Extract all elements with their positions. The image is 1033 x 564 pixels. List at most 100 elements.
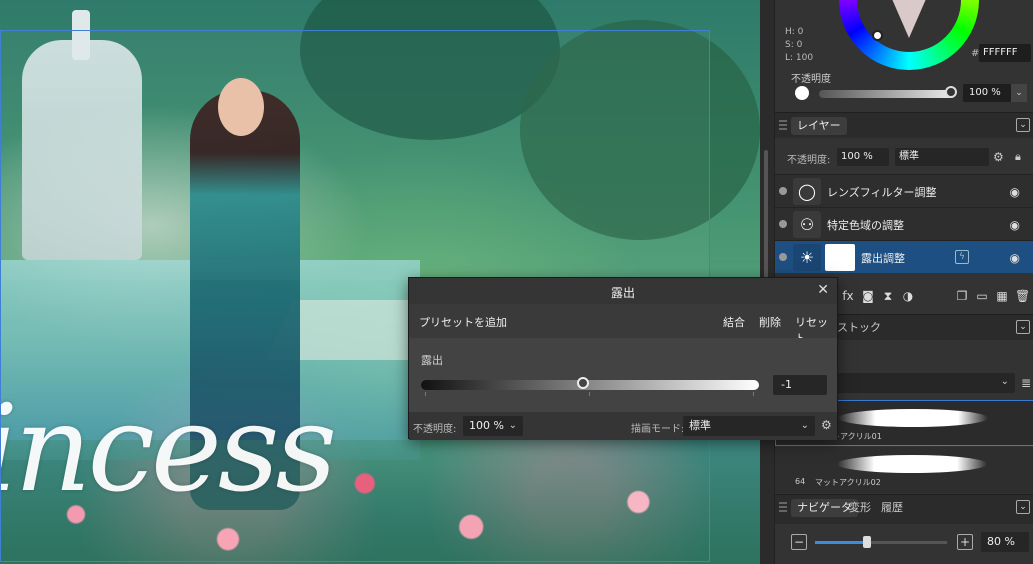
chevron-down-icon: ⌄ xyxy=(800,420,809,431)
gazebo xyxy=(22,40,142,260)
dialog-blend-label: 描画モード: xyxy=(631,424,685,435)
delete-button[interactable]: 削除 xyxy=(759,314,781,330)
brush-name: マットアクリル02 xyxy=(815,478,881,487)
hex-input[interactable]: FFFFFF xyxy=(979,44,1031,62)
lens-filter-icon: ◯ xyxy=(793,178,821,205)
chevron-down-icon: ⌄ xyxy=(1000,376,1009,387)
tab-layers[interactable]: レイヤー xyxy=(791,117,847,135)
saturation-value: S: 0 xyxy=(785,40,803,50)
eye-icon[interactable]: ◉ xyxy=(1010,185,1020,199)
brush-category-select[interactable]: ⌄ xyxy=(835,373,1015,393)
color-panel: H: 0 S: 0 L: 100 #: FFFFFF 不透明度 100 % ⌄ xyxy=(775,0,1033,112)
hsl-readout: H: 0 S: 0 L: 100 xyxy=(785,26,813,65)
chevron-down-icon[interactable]: ⌄ xyxy=(1016,118,1030,132)
menu-icon[interactable]: ≣ xyxy=(1021,376,1031,390)
color-opacity-slider[interactable] xyxy=(819,90,955,98)
navigator-zoom-bar: − + 80 % xyxy=(775,526,1033,564)
hue-value: H: 0 xyxy=(785,27,804,37)
eye-icon[interactable]: ◉ xyxy=(1010,218,1020,232)
color-triangle[interactable] xyxy=(875,0,943,38)
close-icon[interactable]: ✕ xyxy=(817,282,829,298)
color-opacity-input[interactable]: 100 % xyxy=(963,84,1011,102)
chevron-down-icon: ⌄ xyxy=(508,420,517,431)
canvas-scrollbar-thumb[interactable] xyxy=(764,150,768,290)
navigator-panel-header: ナビゲータ 変形 履歴 ⌄ xyxy=(775,494,1033,524)
tick xyxy=(753,392,754,396)
color-swatch[interactable] xyxy=(795,86,809,100)
exposure-input[interactable]: -1 xyxy=(773,375,827,395)
brush-item[interactable]: 64 マットアクリル02 xyxy=(775,447,1033,493)
layer-opacity-input[interactable]: 100 % xyxy=(837,148,889,166)
selective-color-icon: ⚇ xyxy=(793,211,821,238)
chevron-down-icon[interactable]: ⌄ xyxy=(1016,500,1030,514)
layer-name: 特定色域の調整 xyxy=(827,219,904,232)
folder-icon[interactable]: ▭ xyxy=(975,289,989,303)
half-circle-icon[interactable]: ◑ xyxy=(901,289,915,303)
layer-visibility-dot[interactable] xyxy=(779,187,787,195)
mask-icon[interactable]: ◙ xyxy=(861,289,875,303)
adjustment-icon[interactable]: ⧗ xyxy=(881,289,895,303)
dialog-footer: 不透明度: 100 % ⌄ 描画モード: 標準 ⌄ ⚙ xyxy=(409,412,837,440)
color-opacity-handle[interactable] xyxy=(945,86,957,98)
effects-badge-icon[interactable]: ϟ xyxy=(955,250,969,264)
merge-button[interactable]: 結合 xyxy=(723,314,745,330)
tick xyxy=(425,392,426,396)
layer-row-selected[interactable]: ☀ 露出調整 ϟ ◉ xyxy=(775,240,1033,273)
chevron-down-icon[interactable]: ⌄ xyxy=(1016,320,1030,334)
dialog-opacity-label: 不透明度: xyxy=(413,424,457,435)
app-window: incess H: 0 S: 0 L: 100 #: FFFFFF 不透明度 1… xyxy=(0,0,1033,564)
add-preset-button[interactable]: プリセットを追加 xyxy=(419,314,507,330)
layer-opacity-label: 不透明度: xyxy=(787,155,831,166)
zoom-slider-handle[interactable] xyxy=(863,536,871,548)
layer-visibility-dot[interactable] xyxy=(779,253,787,261)
canvas-title-text: incess xyxy=(0,380,337,519)
chevron-down-icon[interactable]: ⌄ xyxy=(1011,84,1027,102)
tab-brushes[interactable]: ストック xyxy=(833,319,885,337)
exposure-slider-handle[interactable] xyxy=(577,377,589,389)
gear-icon[interactable]: ⚙ xyxy=(993,150,1004,164)
duplicate-icon[interactable]: ❐ xyxy=(955,289,969,303)
brush-size: 64 xyxy=(795,477,806,486)
brush-preview xyxy=(838,409,988,427)
dialog-opacity-value: 100 % xyxy=(469,419,504,432)
gear-icon[interactable]: ⚙ xyxy=(821,418,832,432)
gazebo-spire xyxy=(72,10,90,60)
grip-icon[interactable] xyxy=(779,502,787,514)
color-opacity-label: 不透明度 xyxy=(791,74,831,85)
dialog-body: 露出 -1 xyxy=(409,338,837,412)
layers-panel-header: レイヤー ⌄ xyxy=(775,112,1033,138)
tab-history[interactable]: 履歴 xyxy=(877,499,907,517)
trash-icon[interactable]: 🗑︎ xyxy=(1015,289,1030,303)
exposure-icon: ☀ xyxy=(793,244,821,271)
checker-icon[interactable]: ▦ xyxy=(995,289,1009,303)
brush-preview xyxy=(837,455,987,473)
zoom-slider-fill xyxy=(815,541,867,544)
dialog-toolbar: プリセットを追加 結合 削除 リセット xyxy=(409,304,837,345)
layer-visibility-dot[interactable] xyxy=(779,220,787,228)
zoom-out-button[interactable]: − xyxy=(791,534,807,550)
tick xyxy=(589,392,590,396)
layer-mask-thumbnail[interactable] xyxy=(825,244,855,271)
lock-icon[interactable]: 🔒︎ xyxy=(1015,150,1021,164)
layer-blend-mode-select[interactable]: 標準 xyxy=(895,148,989,166)
layer-name: レンズフィルター調整 xyxy=(827,186,937,199)
exposure-dialog: 露出 ✕ プリセットを追加 結合 削除 リセット 露出 -1 不透明度: 100… xyxy=(408,277,838,440)
tab-transform[interactable]: 変形 xyxy=(845,499,875,517)
exposure-ticks xyxy=(421,392,759,396)
dialog-blend-select[interactable]: 標準 ⌄ xyxy=(683,416,815,436)
layer-row[interactable]: ◯ レンズフィルター調整 ◉ xyxy=(775,174,1033,207)
fx-icon[interactable]: fx xyxy=(841,289,855,303)
layer-row[interactable]: ⚇ 特定色域の調整 ◉ xyxy=(775,207,1033,240)
dialog-blend-value: 標準 xyxy=(689,419,711,432)
grip-icon[interactable] xyxy=(779,120,787,132)
exposure-slider[interactable] xyxy=(421,380,759,390)
layer-name: 露出調整 xyxy=(861,252,905,265)
lightness-value: L: 100 xyxy=(785,53,814,63)
eye-icon[interactable]: ◉ xyxy=(1010,251,1020,265)
dialog-opacity-select[interactable]: 100 % ⌄ xyxy=(463,416,523,436)
dialog-title: 露出 xyxy=(610,286,635,300)
dialog-title-bar[interactable]: 露出 ✕ xyxy=(409,278,837,304)
zoom-in-button[interactable]: + xyxy=(957,534,973,550)
color-picker-handle[interactable] xyxy=(872,30,883,41)
zoom-input[interactable]: 80 % xyxy=(981,532,1029,552)
